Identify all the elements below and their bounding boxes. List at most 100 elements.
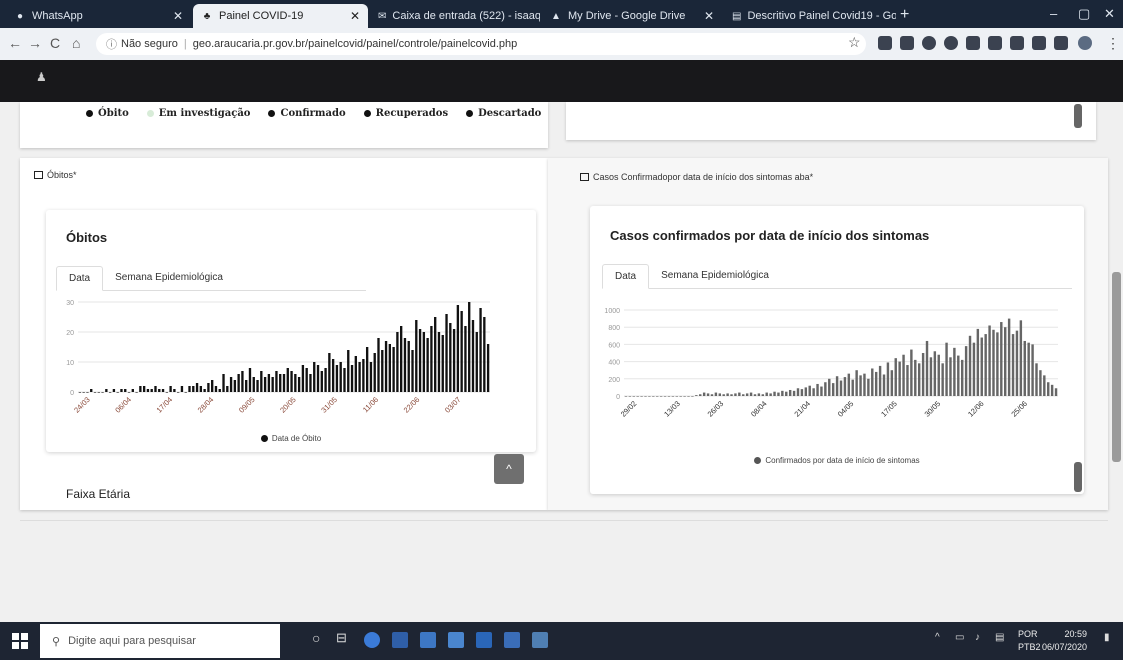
extension-icon[interactable] <box>1010 36 1024 50</box>
bar <box>305 368 308 392</box>
extension-icon[interactable] <box>1032 36 1046 50</box>
minimize-button[interactable]: – <box>1050 6 1057 21</box>
bar <box>824 382 827 396</box>
mail-icon: ✉ <box>378 10 387 22</box>
extension-icon[interactable] <box>922 36 936 50</box>
windows-start-icon[interactable] <box>12 633 28 649</box>
chrome-icon[interactable] <box>364 632 380 648</box>
legend-item-descartado[interactable]: Descartado <box>466 108 541 119</box>
chevron-up-icon[interactable]: ^ <box>935 632 940 643</box>
legend-item-recuperados[interactable]: Recuperados <box>363 108 448 119</box>
legend-label[interactable]: Confirmados por data de início de sintom… <box>765 456 919 465</box>
x-tick-label: 17/04 <box>155 395 175 415</box>
window-close-button[interactable]: ✕ <box>1104 6 1115 22</box>
bar <box>777 392 780 396</box>
scroll-to-top-button[interactable]: ^ <box>494 454 524 484</box>
bar <box>294 374 297 392</box>
extensions-puzzle-icon[interactable] <box>1054 36 1068 50</box>
extension-icon[interactable] <box>966 36 980 50</box>
bar <box>1004 327 1007 396</box>
bar <box>316 365 320 392</box>
bar <box>161 389 165 392</box>
card-scrollbar[interactable] <box>1074 462 1082 492</box>
tab-data[interactable]: Data <box>56 266 104 291</box>
store-icon[interactable] <box>448 632 464 648</box>
tab-semana-epidemiologica[interactable]: Semana Epidemiológica <box>103 266 235 290</box>
address-bar[interactable]: ⓘ Não seguro | geo.araucaria.pr.gov.br/p… <box>96 33 866 55</box>
close-icon[interactable]: ✕ <box>698 9 714 23</box>
close-icon[interactable]: ✕ <box>344 9 360 23</box>
close-icon[interactable]: ✕ <box>167 9 183 23</box>
bar <box>800 389 804 396</box>
star-icon[interactable]: ☆ <box>848 34 861 51</box>
bar <box>710 394 714 396</box>
app-icon[interactable] <box>476 632 492 648</box>
bar <box>116 392 119 393</box>
legend-item-confirmado[interactable]: Confirmado <box>268 108 346 119</box>
bar <box>804 387 808 396</box>
user-icon[interactable]: ♟ <box>36 70 47 84</box>
profile-avatar[interactable] <box>1078 36 1092 50</box>
back-icon[interactable]: ← <box>8 35 22 51</box>
mail-icon[interactable] <box>392 632 408 648</box>
bar <box>93 392 97 393</box>
card-scrollbar[interactable] <box>1074 104 1082 128</box>
volume-icon[interactable]: ♪ <box>975 632 980 643</box>
bar <box>1023 340 1026 396</box>
maximize-button[interactable]: ▢ <box>1078 6 1090 22</box>
bar <box>702 392 706 396</box>
tab-whatsapp[interactable]: ● WhatsApp ✕ <box>6 4 191 28</box>
cortana-icon[interactable]: ○ <box>312 630 320 646</box>
bar <box>464 326 467 392</box>
bar <box>1054 388 1058 396</box>
legend-label: Em investigação <box>158 108 251 119</box>
clock[interactable]: 20:59 06/07/2020 <box>1042 628 1087 654</box>
tab-semana-epidemiologica[interactable]: Semana Epidemiológica <box>649 264 781 288</box>
bar <box>636 396 639 397</box>
bar <box>90 389 93 392</box>
bar <box>108 392 112 393</box>
legend-item-obito[interactable]: Óbito <box>86 108 129 119</box>
bar <box>632 396 635 397</box>
forward-icon[interactable]: → <box>28 35 42 51</box>
bar <box>831 383 835 396</box>
menu-icon[interactable]: ⋮ <box>1106 35 1120 52</box>
extension-icon[interactable] <box>988 36 1002 50</box>
legend-item-investigacao[interactable]: Em investigação <box>146 108 251 119</box>
taskbar-search[interactable]: ⚲ Digite aqui para pesquisar <box>40 624 280 658</box>
bar <box>878 365 882 396</box>
app-icon[interactable] <box>504 632 520 648</box>
new-tab-button[interactable]: + <box>900 6 909 24</box>
reload-icon[interactable]: C <box>50 35 60 51</box>
task-view-icon[interactable]: ⊟ <box>336 630 347 646</box>
notifications-icon[interactable]: ▮ <box>1104 632 1110 643</box>
tab-data[interactable]: Data <box>602 264 650 289</box>
extension-icon[interactable] <box>878 36 892 50</box>
extension-icon[interactable] <box>944 36 958 50</box>
extension-icon[interactable] <box>900 36 914 50</box>
bar <box>347 350 350 392</box>
bar <box>248 368 252 392</box>
home-icon[interactable]: ⌂ <box>72 35 80 51</box>
bar <box>263 377 267 392</box>
bar <box>1000 322 1003 396</box>
tab-drive[interactable]: ▲ My Drive - Google Drive ✕ <box>542 4 722 28</box>
bar <box>1039 370 1042 396</box>
tab-email[interactable]: ✉ Caixa de entrada (522) - isaaqe ✕ <box>370 4 540 28</box>
files-icon[interactable] <box>420 632 436 648</box>
legend-label[interactable]: Data de Óbito <box>272 434 321 443</box>
language-indicator[interactable]: POR PTB2 <box>1018 628 1041 654</box>
network-icon[interactable]: ▭ <box>955 632 964 643</box>
page-scrollbar[interactable] <box>1112 272 1121 462</box>
bar <box>195 383 199 392</box>
app-icon[interactable] <box>532 632 548 648</box>
keyboard-icon[interactable]: ▤ <box>995 632 1004 643</box>
bar <box>781 390 784 396</box>
browser-tab-strip: ● WhatsApp ✕ ♣ Painel COVID-19 ✕ ✉ Caixa… <box>0 0 1123 28</box>
info-icon: ⓘ <box>106 39 117 51</box>
y-tick-label: 0 <box>616 394 620 401</box>
tab-painel-covid[interactable]: ♣ Painel COVID-19 ✕ <box>193 4 368 28</box>
tab-docs[interactable]: ▤ Descritivo Painel Covid19 - Goo ✕ <box>724 4 896 28</box>
bar <box>267 374 271 392</box>
tab-label: WhatsApp <box>32 10 83 22</box>
